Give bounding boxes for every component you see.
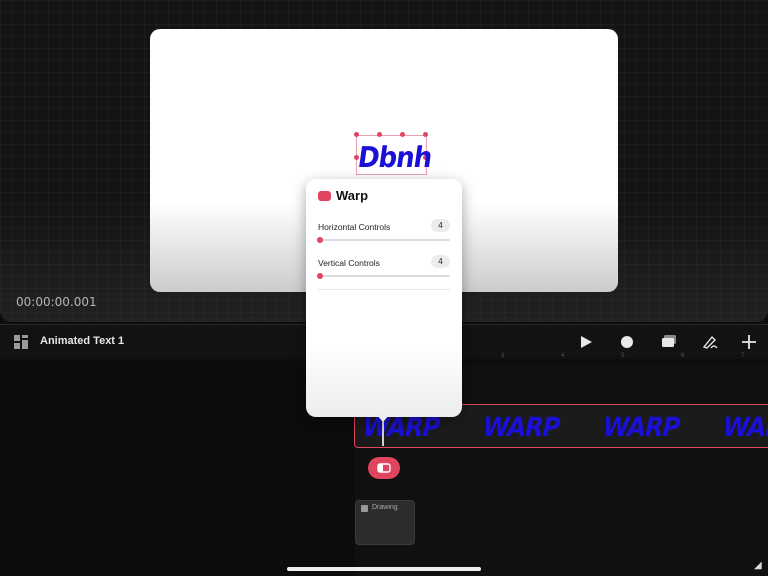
draw-icon xyxy=(702,335,718,349)
timecode: 00:00:00.001 xyxy=(16,295,97,309)
ruler-tick: 6 xyxy=(681,353,685,359)
selection-handle[interactable] xyxy=(354,132,359,137)
horizontal-slider-knob[interactable] xyxy=(317,237,323,243)
vertical-controls-slider[interactable] xyxy=(317,273,450,279)
play-icon xyxy=(581,336,592,348)
layer-title: Animated Text 1 xyxy=(40,335,125,347)
stack-icon xyxy=(662,335,676,347)
ruler-tick: 5 xyxy=(621,353,625,359)
horizontal-controls-slider[interactable] xyxy=(317,237,450,243)
record-button[interactable] xyxy=(618,333,636,351)
play-button[interactable] xyxy=(577,333,595,351)
track-header-column xyxy=(0,366,355,576)
vertical-controls-label: Vertical Controls xyxy=(318,258,380,268)
drawing-label: Drawing xyxy=(372,504,398,511)
warp-popover: Warp Horizontal Controls 4 Vertical Cont… xyxy=(306,179,462,417)
home-indicator[interactable] xyxy=(287,567,481,571)
drawing-clip[interactable]: Drawing xyxy=(355,500,415,545)
draw-button[interactable] xyxy=(701,333,719,351)
ruler-tick: 3 xyxy=(501,353,505,359)
clip-frame-text: WARP xyxy=(719,411,768,443)
warp-effect-chip[interactable] xyxy=(368,457,400,479)
resize-corner-icon[interactable]: ◢ xyxy=(754,560,762,571)
add-button[interactable] xyxy=(740,333,758,351)
warp-effect-icon xyxy=(377,463,391,473)
selection-handle[interactable] xyxy=(423,132,428,137)
horizontal-controls-label: Horizontal Controls xyxy=(318,222,391,232)
record-icon xyxy=(621,336,633,348)
vertical-slider-knob[interactable] xyxy=(317,273,323,279)
clip-frame-text: WARP xyxy=(479,411,563,443)
popover-arrow xyxy=(376,414,390,422)
ruler-tick: 7 xyxy=(741,353,745,359)
stack-button[interactable] xyxy=(660,333,678,351)
drawing-checkbox[interactable] xyxy=(361,505,368,512)
popover-divider xyxy=(318,289,450,290)
horizontal-controls-value[interactable]: 4 xyxy=(431,219,450,232)
plus-icon xyxy=(742,335,756,349)
animated-text-layer[interactable]: Dbnh xyxy=(356,142,434,175)
vertical-controls-value[interactable]: 4 xyxy=(431,255,450,268)
selection-handle[interactable] xyxy=(400,132,405,137)
warp-title: Warp xyxy=(336,188,369,203)
selection-handle[interactable] xyxy=(377,132,382,137)
warp-icon xyxy=(318,191,331,201)
clip-frame-text: WARP xyxy=(599,411,683,443)
ruler-tick: 4 xyxy=(561,353,565,359)
layers-icon[interactable] xyxy=(14,335,28,349)
